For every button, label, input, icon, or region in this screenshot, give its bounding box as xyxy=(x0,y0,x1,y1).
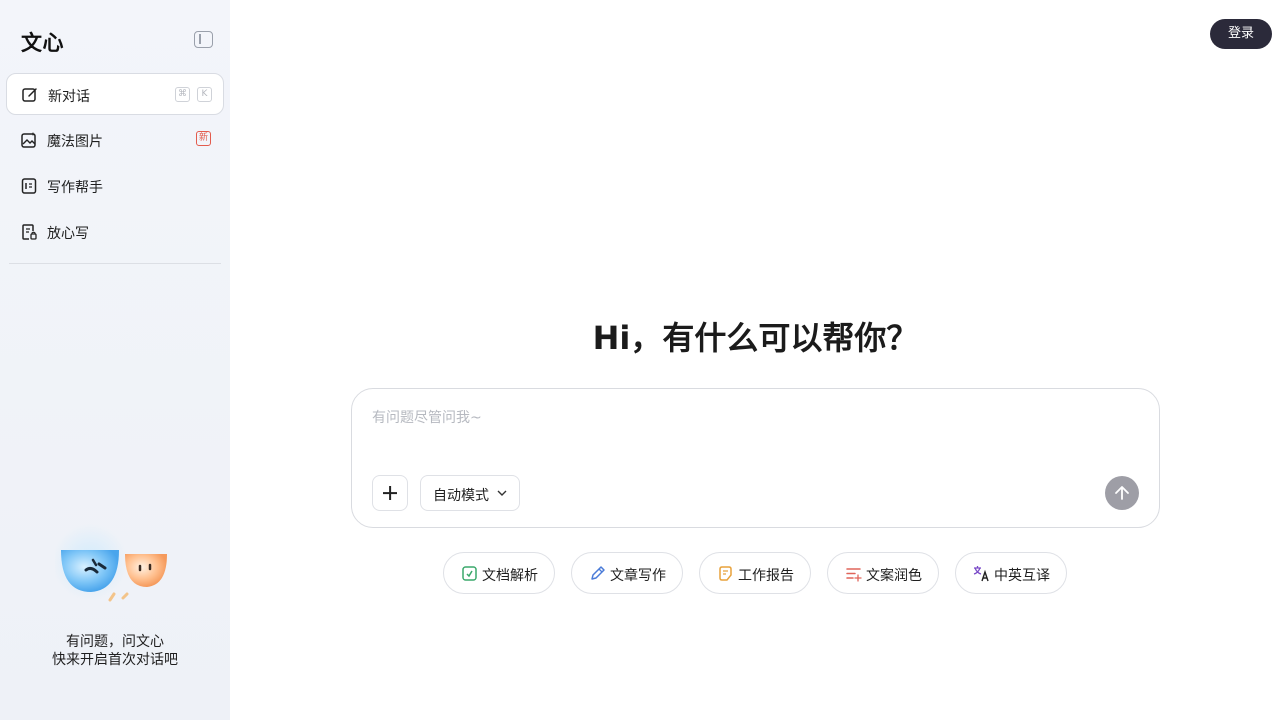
chip-copy-polish[interactable]: 文案润色 xyxy=(827,552,939,594)
sidebar-item-secure-write[interactable]: 放心写 xyxy=(6,211,224,253)
chip-label: 工作报告 xyxy=(738,568,794,584)
chip-work-report[interactable]: 工作报告 xyxy=(699,552,811,594)
report-icon xyxy=(719,566,732,581)
chevron-down-icon xyxy=(497,490,507,496)
new-badge: 新 xyxy=(196,131,211,146)
sidebar-item-label: 新对话 xyxy=(48,89,90,105)
app-logo[interactable]: 文心 xyxy=(21,27,64,57)
sidebar: 文心 新对话 ⌘ K 魔法图片 新 写作帮手 放心写 有问题，问文心 快来开启首… xyxy=(0,0,230,720)
chip-label: 中英互译 xyxy=(994,568,1050,584)
pen-icon xyxy=(591,566,605,580)
chat-input[interactable] xyxy=(372,406,1132,430)
sidebar-item-label: 写作帮手 xyxy=(47,180,103,196)
sidebar-item-writing-helper[interactable]: 写作帮手 xyxy=(6,165,224,207)
promo-text: 有问题，问文心 快来开启首次对话吧 xyxy=(0,633,230,669)
sidebar-item-label: 魔法图片 xyxy=(47,134,103,150)
sidebar-item-label: 放心写 xyxy=(47,226,89,242)
writing-helper-icon xyxy=(21,178,37,194)
shortcut-key-cmd: ⌘ xyxy=(175,87,190,102)
translate-icon xyxy=(973,566,989,582)
arrow-up-icon xyxy=(1115,486,1129,500)
magic-image-icon xyxy=(21,132,36,148)
mode-select[interactable]: 自动模式 xyxy=(420,475,520,511)
sidebar-divider xyxy=(9,263,221,264)
chip-label: 文档解析 xyxy=(482,568,538,584)
sidebar-collapse-icon[interactable] xyxy=(194,31,213,48)
chip-label: 文案润色 xyxy=(866,568,922,584)
chip-translate[interactable]: 中英互译 xyxy=(955,552,1067,594)
document-parse-icon xyxy=(462,566,477,581)
secure-write-icon xyxy=(22,224,37,240)
mode-select-value: 自动模式 xyxy=(433,488,489,504)
chip-document-parse[interactable]: 文档解析 xyxy=(443,552,555,594)
chip-label: 文章写作 xyxy=(610,568,666,584)
promo-line-2: 快来开启首次对话吧 xyxy=(52,652,178,668)
page-title: Hi，有什么可以帮你？ xyxy=(592,319,919,357)
login-button[interactable]: 登录 xyxy=(1210,19,1272,49)
chat-input-box: 自动模式 xyxy=(351,388,1160,528)
shortcut-key-k: K xyxy=(197,87,212,102)
sidebar-item-magic-image[interactable]: 魔法图片 新 xyxy=(6,119,224,161)
chip-article-writing[interactable]: 文章写作 xyxy=(571,552,683,594)
send-button[interactable] xyxy=(1105,476,1139,510)
polish-icon xyxy=(846,568,862,582)
new-chat-icon xyxy=(22,88,37,102)
quick-actions: 文档解析 文章写作 工作报告 文案润色 中英互译 xyxy=(0,552,1280,594)
promo-line-1: 有问题，问文心 xyxy=(66,634,164,650)
sidebar-item-new-chat[interactable]: 新对话 ⌘ K xyxy=(6,73,224,115)
sidebar-header: 文心 xyxy=(0,0,230,80)
add-attachment-button[interactable] xyxy=(372,475,408,511)
